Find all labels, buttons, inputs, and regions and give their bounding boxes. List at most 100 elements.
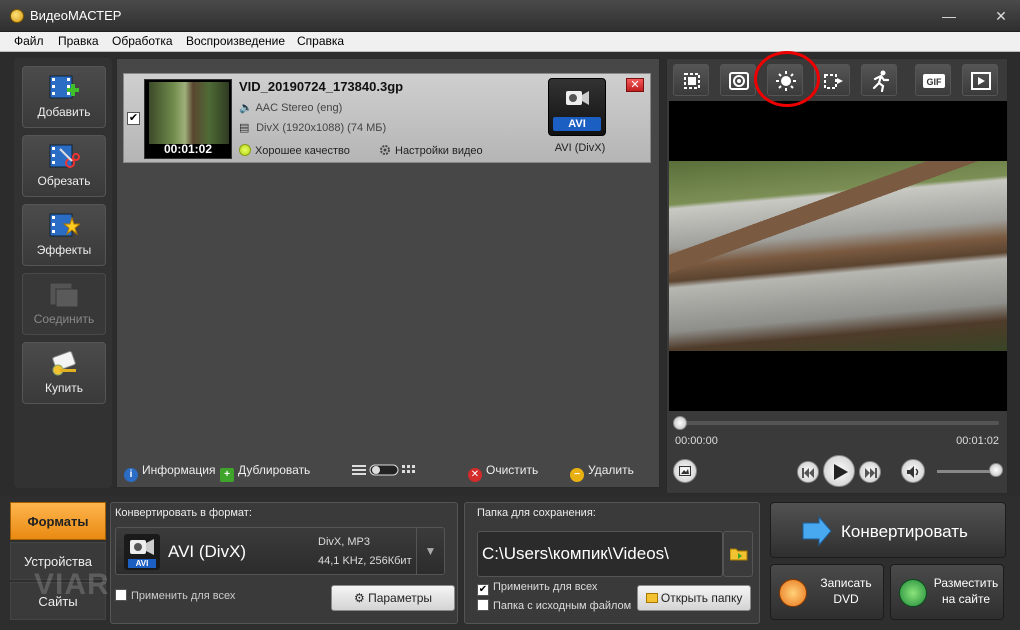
clear-icon: ✕ bbox=[468, 468, 482, 482]
gear-icon: ⚙ bbox=[353, 591, 365, 605]
crop-button[interactable] bbox=[673, 64, 709, 96]
tab-formats[interactable]: Форматы bbox=[10, 502, 106, 540]
delete-button-label: Удалить bbox=[588, 463, 634, 477]
source-folder-checkbox[interactable] bbox=[477, 599, 489, 611]
trim-button[interactable]: Обрезать bbox=[22, 135, 106, 197]
clear-button-label: Очистить bbox=[486, 463, 539, 477]
source-folder-option[interactable]: Папка с исходным файлом bbox=[477, 599, 631, 612]
highlight-ring bbox=[754, 51, 820, 107]
clear-button[interactable]: ✕ Очистить bbox=[468, 463, 538, 482]
format-select[interactable]: AVI AVI (DivX) DivX, MP3 44,1 KHz, 256Кб… bbox=[115, 527, 445, 575]
delete-button[interactable]: − Удалить bbox=[570, 463, 634, 482]
snapshot-button[interactable] bbox=[673, 459, 697, 483]
dvd-disc-icon bbox=[779, 579, 807, 607]
audio-info: 🔈 AAC Stereo (eng) bbox=[239, 101, 342, 114]
source-folder-label: Папка с исходным файлом bbox=[493, 600, 632, 612]
file-item[interactable]: ✔ 00:01:02 VID_20190724_173840.3gp 🔈 AAC… bbox=[123, 73, 651, 163]
film-strip-icon: ▤ bbox=[239, 122, 250, 134]
stabilize-button[interactable] bbox=[720, 64, 756, 96]
join-button-label: Соединить bbox=[33, 312, 95, 326]
video-frame bbox=[669, 161, 1007, 351]
video-settings-text: Настройки видео bbox=[395, 145, 483, 157]
crop-icon bbox=[684, 73, 700, 89]
duplicate-button[interactable]: + Дублировать bbox=[220, 463, 310, 482]
save-folder-box: Папка для сохранения: C:\Users\компик\Vi… bbox=[464, 502, 760, 624]
folder-icon bbox=[730, 548, 748, 561]
effects-button[interactable]: Эффекты bbox=[22, 204, 106, 266]
menu-edit[interactable]: Правка bbox=[58, 34, 99, 48]
globe-icon bbox=[899, 579, 927, 607]
minimize-button[interactable]: — bbox=[938, 6, 960, 26]
quality-dot-icon bbox=[239, 144, 251, 156]
chevron-down-icon[interactable]: ▼ bbox=[416, 528, 444, 574]
buy-button[interactable]: Купить bbox=[22, 342, 106, 404]
speed-runner-icon bbox=[872, 70, 890, 92]
format-avi-tag: AVI bbox=[136, 559, 149, 568]
buy-button-label: Купить bbox=[45, 381, 83, 395]
rotate-icon bbox=[824, 74, 843, 89]
stabilize-icon bbox=[729, 72, 749, 90]
browse-folder-button[interactable] bbox=[723, 531, 753, 577]
volume-handle[interactable] bbox=[989, 463, 1003, 477]
menu-bar: Файл Правка Обработка Воспроизведение Сп… bbox=[0, 32, 1020, 52]
format-audio: 44,1 KHz, 256Кбит bbox=[318, 555, 412, 567]
format-badge[interactable]: AVI bbox=[548, 78, 606, 136]
speed-button[interactable] bbox=[861, 64, 897, 96]
volume-slider[interactable] bbox=[937, 470, 997, 473]
convert-button[interactable]: Конвертировать bbox=[770, 502, 1006, 558]
next-button[interactable] bbox=[859, 461, 881, 483]
audio-info-text: AAC Stereo (eng) bbox=[255, 102, 343, 114]
app-logo-icon bbox=[10, 9, 24, 23]
info-button[interactable]: i Информация bbox=[124, 463, 215, 482]
apply-all-save-checkbox[interactable]: ✔ bbox=[477, 584, 489, 596]
seek-handle[interactable] bbox=[673, 416, 687, 430]
film-scissors-icon bbox=[49, 144, 80, 168]
menu-process[interactable]: Обработка bbox=[112, 34, 173, 48]
publish-web-button[interactable]: Разместить на сайте bbox=[890, 564, 1004, 620]
skip-forward-icon bbox=[865, 468, 877, 478]
add-button[interactable]: Добавить bbox=[22, 66, 106, 128]
total-time: 00:01:02 bbox=[956, 435, 999, 447]
file-checkbox[interactable]: ✔ bbox=[127, 112, 140, 125]
join-button[interactable]: Соединить bbox=[22, 273, 106, 335]
format-label: AVI (DivX) bbox=[554, 142, 606, 154]
apply-all-formats-checkbox[interactable] bbox=[115, 589, 127, 601]
convert-button-label: Конвертировать bbox=[841, 522, 968, 541]
thumbnail-image bbox=[149, 82, 229, 144]
info-icon: i bbox=[124, 468, 138, 482]
duplicate-icon: + bbox=[220, 468, 234, 482]
left-toolbar: Добавить Обрезать Эффекты Соединить Купи… bbox=[14, 58, 112, 488]
open-folder-button[interactable]: Открыть папку bbox=[637, 585, 751, 611]
film-join-icon bbox=[49, 282, 79, 308]
menu-help[interactable]: Справка bbox=[297, 34, 344, 48]
previous-button[interactable] bbox=[797, 461, 819, 483]
view-toggle-icon bbox=[352, 464, 415, 476]
menu-playback[interactable]: Воспроизведение bbox=[186, 34, 285, 48]
parameters-button[interactable]: ⚙ Параметры bbox=[331, 585, 455, 611]
remove-file-button[interactable]: ✕ bbox=[626, 78, 644, 92]
close-button[interactable]: ✕ bbox=[990, 6, 1012, 26]
effects-button-label: Эффекты bbox=[36, 243, 92, 257]
burn-dvd-label: Записать DVD bbox=[820, 576, 872, 606]
gif-icon: GIF bbox=[923, 74, 945, 88]
video-thumbnail[interactable]: 00:01:02 bbox=[144, 79, 232, 159]
volume-button[interactable] bbox=[901, 459, 925, 483]
save-folder-label: Папка для сохранения: bbox=[477, 507, 596, 519]
apply-all-save[interactable]: ✔ Применить для всех bbox=[477, 581, 597, 596]
convert-arrow-icon bbox=[802, 515, 832, 547]
apply-all-formats[interactable]: Применить для всех bbox=[115, 589, 235, 602]
play-button[interactable] bbox=[823, 455, 855, 487]
video-info-text: DivX (1920x1088) (74 МБ) bbox=[256, 122, 387, 134]
film-plus-icon bbox=[49, 75, 79, 99]
gif-button[interactable]: GIF bbox=[915, 64, 951, 96]
fullscreen-button[interactable] bbox=[962, 64, 998, 96]
video-settings-link[interactable]: Настройки видео bbox=[379, 144, 483, 157]
play-icon bbox=[834, 464, 848, 480]
burn-dvd-button[interactable]: Записать DVD bbox=[770, 564, 884, 620]
view-toggle[interactable] bbox=[352, 463, 416, 480]
menu-file[interactable]: Файл bbox=[14, 34, 44, 48]
video-preview[interactable] bbox=[669, 101, 1007, 411]
seek-bar[interactable] bbox=[673, 416, 999, 430]
quality-indicator[interactable]: Хорошее качество bbox=[239, 144, 350, 157]
save-path-field[interactable]: C:\Users\компик\Videos\ bbox=[477, 531, 723, 577]
